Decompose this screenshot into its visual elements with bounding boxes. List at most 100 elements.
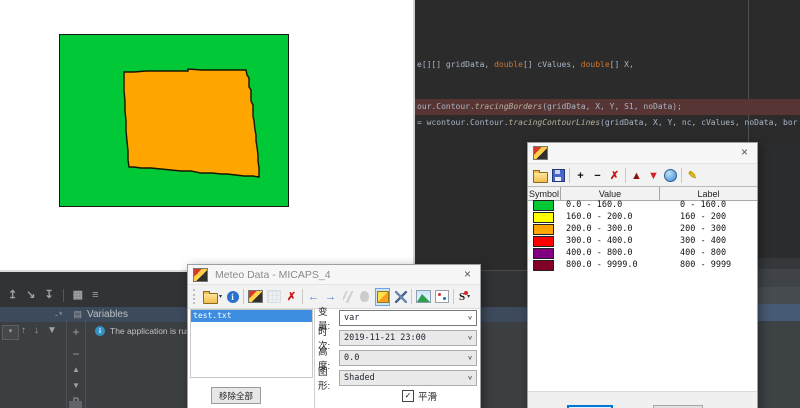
meteoinfo-logo-icon[interactable] [248,289,263,305]
status-message: The application is runn [110,326,196,336]
legend-row[interactable]: 200.0 - 300.0 200 - 300 [528,223,757,235]
legend-row[interactable]: 800.0 - 9999.0 800 - 9999 [528,259,757,271]
value-cell[interactable]: 300.0 - 400.0 [566,236,633,246]
chevron-down-icon[interactable]: ∨ [467,374,473,381]
move-down-icon[interactable]: ▼ [647,168,660,184]
label-cell[interactable]: 400 - 800 [680,248,726,258]
smooth-label: 平滑 [418,389,437,403]
delete-icon[interactable]: ✗ [608,168,621,184]
file-list[interactable]: test.txt [190,309,313,378]
dialog-title: Meteo Data - MICAPS_4 [215,269,331,281]
legend-titlebar[interactable]: × [528,143,757,164]
field-combo[interactable]: Shaded ∨ [339,370,477,386]
value-cell[interactable]: 200.0 - 300.0 [566,224,633,234]
color-swatch[interactable] [533,260,554,271]
color-swatch[interactable] [533,248,554,259]
remove-data-icon[interactable]: ✗ [285,289,298,305]
station-model-icon[interactable]: S▾ [458,289,471,305]
close-icon[interactable]: × [741,145,748,159]
remove-break-icon[interactable]: − [591,168,604,184]
open-legend-icon[interactable] [533,168,548,184]
scrollbar-thumb[interactable] [69,401,82,408]
combo-value: Shaded [344,373,375,383]
field-combo[interactable]: 2019-11-21 23:00∨ [339,330,477,346]
thread-combo[interactable]: ▾ [2,325,19,340]
color-swatch[interactable] [533,236,554,247]
label-cell[interactable]: 800 - 9999 [680,260,731,270]
next-occurrence-icon[interactable]: ↓ [34,325,39,336]
meteo-titlebar[interactable]: Meteo Data - MICAPS_4 × [188,265,480,285]
code-token: tracingContourLines [509,118,601,127]
prev-time-icon[interactable]: ← [307,289,320,305]
legend-row[interactable]: 400.0 - 800.0 400 - 800 [528,247,757,259]
screen: e[][] gridData, double[] cValues, double… [0,0,800,408]
expand-icon[interactable]: ▲ [67,365,85,374]
edit-colors-icon[interactable]: ✎ [686,168,699,184]
legend-row[interactable]: 0.0 - 160.0 0 - 160.0 [528,199,757,211]
draw-settings-icon[interactable] [394,289,407,305]
label-cell[interactable]: 0 - 160.0 [680,200,726,210]
value-cell[interactable]: 0.0 - 160.0 [566,200,622,210]
remove-all-button[interactable]: 移除全部 [211,387,261,404]
data-table-icon[interactable] [267,289,281,305]
layout-icon[interactable]: ▤ [74,309,83,320]
label-cell[interactable]: 200 - 300 [680,224,726,234]
area-chart-icon[interactable] [416,289,431,305]
value-cell[interactable]: 400.0 - 800.0 [566,248,633,258]
code-line: = wcontour.Contour.tracingContourLines(g… [417,116,798,130]
color-swatch[interactable] [533,200,554,211]
code-token: (gridData, X, Y, S1, noData); [542,102,682,111]
toolbar-separator [681,168,682,183]
variables-title: Variables [87,309,128,320]
animate-icon[interactable] [341,289,354,305]
toolbar-separator [302,289,303,304]
open-file-icon[interactable]: ▾ [203,289,222,305]
stop-icon[interactable] [358,289,371,305]
data-info-icon[interactable]: i [226,289,239,305]
add-watch-icon[interactable]: + [67,325,85,339]
toolbar-separator [569,168,570,183]
chevron-down-icon[interactable]: ∨ [467,314,473,321]
remove-watch-icon[interactable]: − [67,347,85,361]
step-into-icon[interactable]: ↘ [26,288,35,302]
add-break-icon[interactable]: + [574,168,587,184]
frame-row[interactable] [757,287,800,304]
code-token: our.Contour. [417,102,475,111]
smooth-checkbox[interactable]: ✓ [402,390,414,402]
code-line: our.Contour.tracingBorders(gridData, X, … [417,100,682,114]
color-swatch[interactable] [533,212,554,223]
pin-icon[interactable]: -* [55,310,64,320]
field-combo[interactable]: 0.0 ∨ [339,350,477,366]
legend-row[interactable]: 300.0 - 400.0 300 - 400 [528,235,757,247]
collapse-icon[interactable]: ▼ [67,381,85,390]
info-icon: i [95,326,105,336]
dropdown-chevron-icon[interactable]: ▾ [219,293,222,300]
color-swatch[interactable] [533,224,554,235]
frame-row-selected[interactable] [757,304,800,321]
field-combo[interactable]: var∨ [339,310,477,326]
step-out-icon[interactable]: ↥ [8,288,17,302]
prev-occurrence-icon[interactable]: ↑ [21,325,26,336]
shaded-style-icon[interactable] [375,288,390,306]
close-icon[interactable]: × [464,267,471,281]
frame-row[interactable] [757,269,800,287]
evaluate-expression-icon[interactable]: ▦ [73,288,83,302]
next-time-icon[interactable]: → [324,289,337,305]
combo-value: 0.0 [344,353,359,363]
map-canvas[interactable] [59,34,289,207]
force-step-into-icon[interactable]: ↧ [44,288,53,302]
value-cell[interactable]: 160.0 - 200.0 [566,212,633,222]
label-cell[interactable]: 160 - 200 [680,212,726,222]
file-list-item[interactable]: test.txt [191,310,312,322]
save-legend-icon[interactable] [552,168,565,184]
globe-icon[interactable] [664,168,677,184]
legend-row[interactable]: 160.0 - 200.0 160 - 200 [528,211,757,223]
more-options-icon[interactable]: ≡ [92,288,98,302]
filter-icon[interactable]: ▼ [47,325,57,336]
section-plot-icon[interactable] [435,289,449,305]
chevron-down-icon[interactable]: ∨ [467,334,473,341]
label-cell[interactable]: 300 - 400 [680,236,726,246]
chevron-down-icon[interactable]: ∨ [467,354,473,361]
value-cell[interactable]: 800.0 - 9999.0 [566,260,638,270]
move-up-icon[interactable]: ▲ [630,168,643,184]
